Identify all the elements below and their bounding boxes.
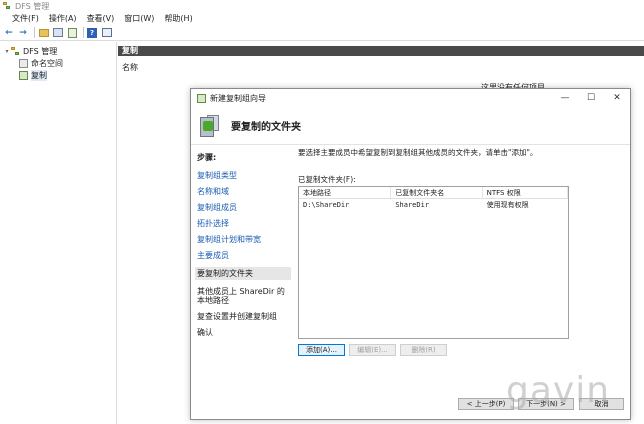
menu-file[interactable]: 文件(F) <box>12 13 39 24</box>
wizard-header: 要复制的文件夹 <box>191 107 630 145</box>
step-link[interactable]: 复制组成员 <box>197 203 291 212</box>
menu-window[interactable]: 窗口(W) <box>124 13 154 24</box>
action-pane-button[interactable] <box>101 27 113 39</box>
step-current: 要复制的文件夹 <box>195 267 291 280</box>
export-list-button[interactable] <box>66 27 78 39</box>
remove-button[interactable]: 删除(R) <box>400 344 447 356</box>
dfs-app-icon <box>3 2 11 10</box>
export-icon <box>67 27 77 38</box>
menu-bar: 文件(F) 操作(A) 查看(V) 窗口(W) 帮助(H) <box>0 12 644 25</box>
maximize-icon[interactable]: ☐ <box>578 89 604 107</box>
cell-local-path: D:\ShareDir <box>303 201 350 209</box>
tree-node-label: DFS 管理 <box>23 46 58 56</box>
action-pane-icon <box>102 28 112 37</box>
toolbar: ← → ? <box>0 25 644 41</box>
step-pending: 确认 <box>197 328 213 337</box>
column-header-local-path[interactable]: 本地路径 <box>299 187 392 198</box>
add-button[interactable]: 添加(A)... <box>298 344 345 356</box>
cell-folder-name: ShareDir <box>395 201 430 209</box>
tree-node-replication[interactable]: 复制 <box>0 69 116 81</box>
step-link[interactable]: 拓扑选择 <box>197 219 291 228</box>
tree-node-label: 复制 <box>31 69 47 81</box>
tree-node-dfs-management[interactable]: ▾ DFS 管理 <box>0 45 116 57</box>
window-controls: — ☐ ✕ <box>552 89 630 107</box>
replicated-folders-label: 已复制文件夹(F): <box>298 175 356 184</box>
namespace-icon <box>19 58 28 68</box>
window-titlebar: DFS 管理 <box>0 0 644 12</box>
forward-arrow-icon[interactable]: → <box>17 27 29 39</box>
console-tree: ▾ DFS 管理 命名空间 复制 <box>0 42 117 424</box>
minimize-icon[interactable]: — <box>552 89 578 107</box>
tree-node-namespaces[interactable]: 命名空间 <box>0 57 116 69</box>
help-icon: ? <box>87 27 97 38</box>
window-title: DFS 管理 <box>15 1 50 11</box>
back-arrow-icon[interactable]: ← <box>3 27 15 39</box>
column-header-ntfs-permissions[interactable]: NTFS 权限 <box>483 187 568 198</box>
replication-icon <box>19 70 28 80</box>
replicated-folders-list[interactable]: 本地路径 已复制文件夹名 NTFS 权限 D:\ShareDir ShareDi… <box>298 186 569 339</box>
replication-wizard-icon <box>197 113 221 139</box>
watermark-text: gavin <box>506 370 611 411</box>
instruction-text: 要选择主要成员中希望复制到复制组其他成员的文件夹，请单击"添加"。 <box>298 148 538 157</box>
toolbar-separator <box>34 27 35 38</box>
cell-ntfs-permissions: 使用现有权限 <box>486 201 529 209</box>
show-tree-button[interactable] <box>52 27 64 39</box>
menu-help[interactable]: 帮助(H) <box>164 13 192 24</box>
steps-title: 步骤: <box>197 153 217 162</box>
wizard-page-title: 要复制的文件夹 <box>231 122 301 133</box>
menu-action[interactable]: 操作(A) <box>49 13 77 24</box>
up-folder-button[interactable] <box>38 27 50 39</box>
column-header-name[interactable]: 名称 <box>118 62 138 73</box>
dialog-title: 新建复制组向导 <box>210 93 266 103</box>
menu-view[interactable]: 查看(V) <box>87 13 115 24</box>
close-icon[interactable]: ✕ <box>604 89 630 107</box>
list-header: 本地路径 已复制文件夹名 NTFS 权限 <box>299 187 568 199</box>
expand-chevron-icon[interactable]: ▾ <box>3 48 11 55</box>
step-link[interactable]: 复制组计划和带宽 <box>197 235 291 244</box>
help-button[interactable]: ? <box>87 27 99 39</box>
toolbar-separator <box>83 27 84 38</box>
console-tree-icon <box>53 28 63 37</box>
step-link[interactable]: 主要成员 <box>197 251 291 260</box>
results-pane-header: 复制 <box>118 46 644 56</box>
step-pending: 复查设置并创建复制组 <box>197 312 277 321</box>
dialog-titlebar: 新建复制组向导 — ☐ ✕ <box>191 89 630 107</box>
dfs-icon <box>11 46 20 56</box>
column-header-folder-name[interactable]: 已复制文件夹名 <box>391 187 483 198</box>
step-link[interactable]: 复制组类型 <box>197 171 291 180</box>
table-row[interactable]: D:\ShareDir ShareDir 使用现有权限 <box>299 199 568 211</box>
step-link[interactable]: 名称和域 <box>197 187 291 196</box>
replication-icon <box>197 93 206 103</box>
folder-icon <box>39 28 49 37</box>
edit-button[interactable]: 编辑(E)... <box>349 344 396 356</box>
tree-node-label: 命名空间 <box>31 58 63 68</box>
wizard-steps: 步骤: 复制组类型 名称和域 复制组成员 拓扑选择 复制组计划和带宽 主要成员 … <box>191 146 295 420</box>
step-pending: 其他成员上 ShareDir 的本地路径 <box>197 287 285 305</box>
